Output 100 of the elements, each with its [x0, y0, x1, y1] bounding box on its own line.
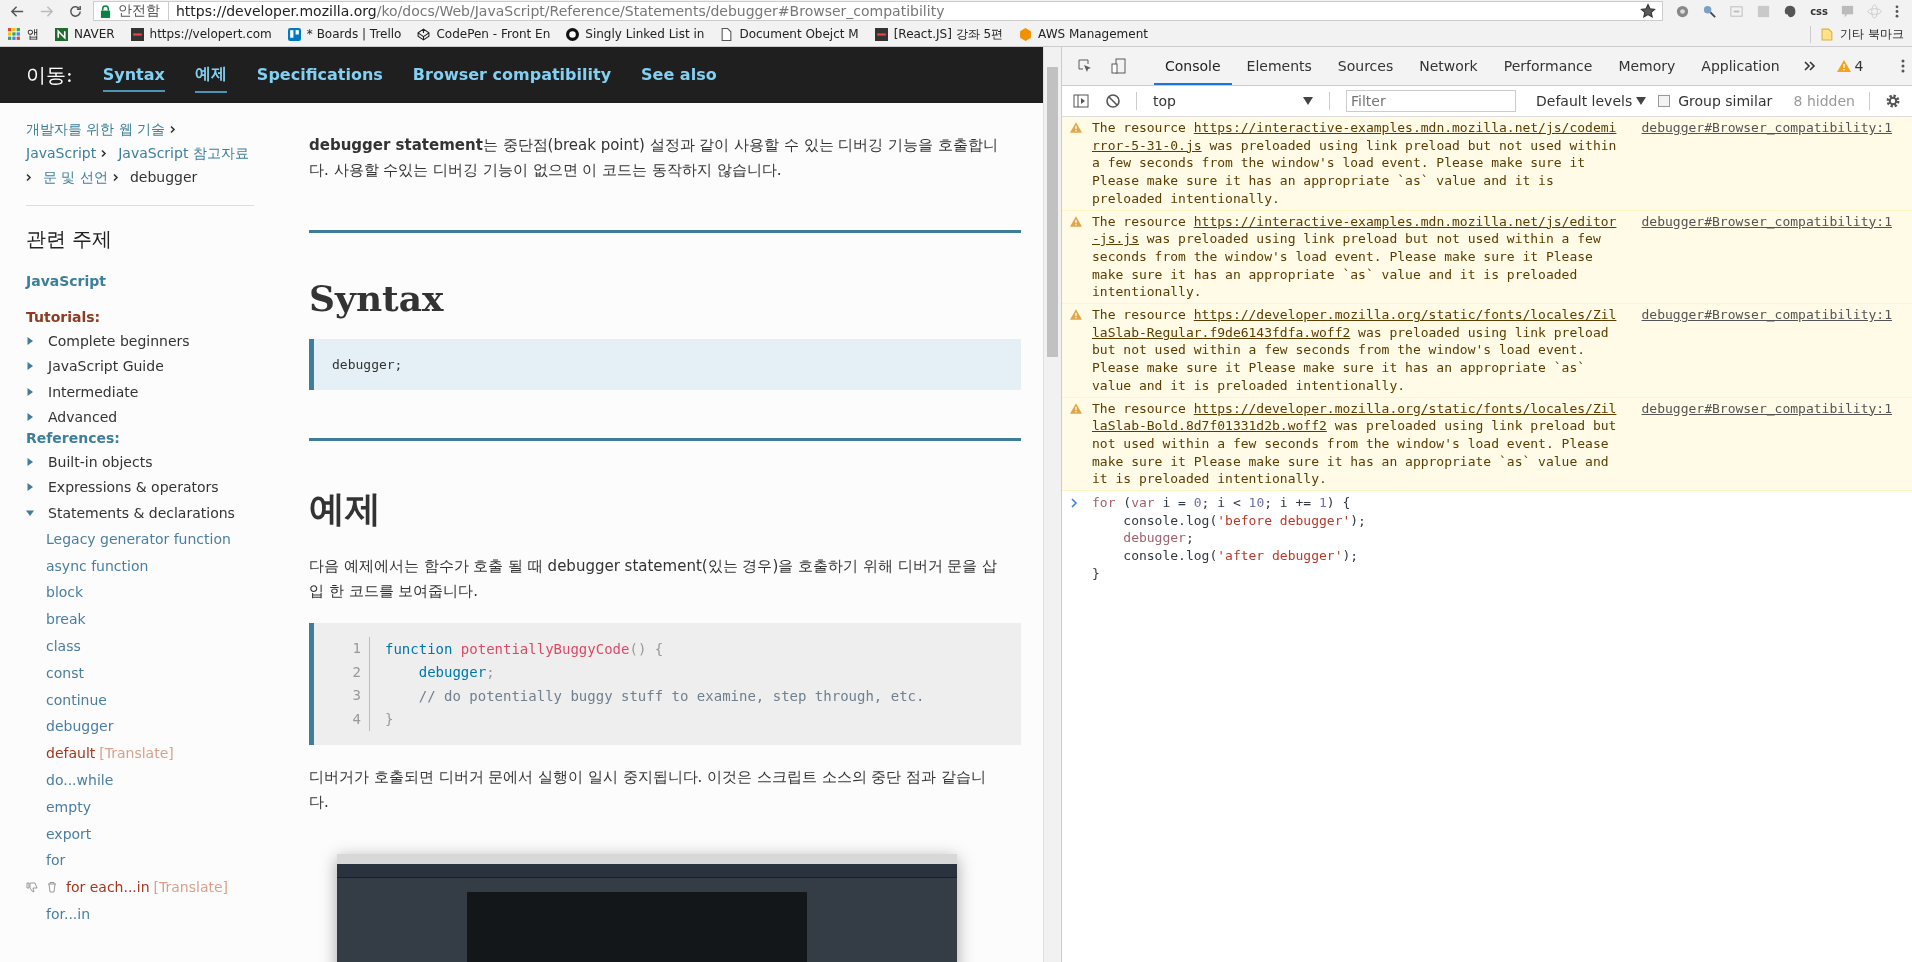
filter-field[interactable]: Filter [1346, 90, 1516, 112]
breadcrumb-link[interactable]: 개발자를 위한 웹 기술 [26, 119, 166, 139]
console-code-line: console.log('after debugger'); [1122, 547, 1360, 565]
section-title: References: [26, 430, 121, 446]
section-link[interactable]: Browser compatibility [412, 58, 612, 92]
topic-link[interactable]: Complete beginners [48, 332, 190, 349]
devtools-tab[interactable]: Console [1154, 47, 1232, 85]
statement-link[interactable]: async function [46, 557, 149, 574]
devtools-tab[interactable]: Network [1408, 47, 1489, 85]
gear-extension-icon[interactable] [1675, 3, 1691, 19]
warning-text: The resource https://developer.mozilla.org/static/fonts/locales/ZillaSlab-Regular.f9de6143fdfa.woff2 was preloaded using link preload but not used within a few seconds from the window's load event. Please make sure it Please make sure it has an appropriate `as` value and it is preloaded intentionally. [1092, 306, 1618, 395]
reload-icon[interactable] [68, 3, 83, 19]
statement-link[interactable]: break [46, 611, 86, 628]
triangle-right-icon[interactable] [26, 387, 34, 396]
statement-link[interactable]: continue [46, 691, 107, 708]
prompt-chevron-icon [1070, 498, 1078, 509]
warning-count-button[interactable]: 4 [1832, 58, 1868, 74]
triangle-right-icon[interactable] [26, 413, 34, 422]
source-link[interactable]: debugger#Browser_compatibility:1 [1641, 119, 1892, 137]
menu-icon[interactable] [1894, 3, 1900, 19]
breadcrumb-link[interactable]: 문 및 선언 [43, 167, 108, 187]
source-link[interactable]: debugger#Browser_compatibility:1 [1641, 212, 1892, 231]
topic-link[interactable]: Built-in objects [48, 453, 153, 470]
statement-link[interactable]: const [46, 664, 84, 681]
statement-link[interactable]: debugger [46, 718, 114, 735]
group-similar-checkbox[interactable] [1658, 95, 1671, 107]
cube-icon[interactable] [417, 27, 431, 41]
bookmark-link[interactable]: Document Obejct M [739, 27, 859, 41]
sidebar-toggle-icon[interactable] [1073, 93, 1089, 109]
topic-link[interactable]: Advanced [48, 409, 118, 426]
group-similar-label: Group similar [1678, 93, 1773, 109]
caret-icon [1303, 97, 1313, 105]
triangle-right-icon[interactable] [26, 362, 34, 371]
other-bookmarks-link[interactable]: 기타 북마크 [1840, 25, 1904, 43]
topic-link[interactable]: Statements & declarations [48, 504, 235, 521]
page-icon[interactable] [720, 27, 734, 41]
bookmark-link[interactable]: 앱 [27, 25, 39, 43]
url-field[interactable]: 안전함 https://developer.mozilla.org/ko/docs/Web/JavaScript/Reference/Statements/debugger#Browser_compatibility [93, 1, 1664, 21]
bookmark-link[interactable]: https://velopert.com [149, 27, 272, 41]
triangle-right-icon[interactable] [26, 457, 34, 466]
levels-dropdown[interactable]: Default levels [1536, 93, 1647, 109]
source-link[interactable]: debugger#Browser_compatibility:1 [1641, 306, 1892, 324]
settings-icon[interactable] [1885, 93, 1901, 109]
bookmark-link[interactable]: Singly Linked List in [585, 27, 705, 41]
section-link[interactable]: Specifications [256, 58, 383, 92]
devtools-tab[interactable]: Performance [1492, 47, 1604, 85]
devtools-tab[interactable]: Application [1690, 47, 1791, 85]
n-logo-icon[interactable] [55, 27, 68, 41]
bookmark-star-icon[interactable] [1640, 3, 1657, 19]
devtools-tab[interactable]: Elements [1235, 47, 1323, 85]
apps-grid-icon[interactable] [8, 27, 21, 41]
statement-link[interactable]: for...in [46, 906, 91, 923]
statement-link[interactable]: class [46, 638, 81, 655]
code-line: function potentiallyBuggyCode() { [385, 640, 664, 657]
page-scrollbar[interactable] [1043, 47, 1061, 962]
bookmark-link[interactable]: NAVER [74, 27, 115, 41]
clear-console-icon[interactable] [1105, 93, 1121, 109]
topic-link[interactable]: Expressions & operators [48, 479, 219, 496]
warning-icon [1070, 122, 1082, 133]
code-line: // do potentially buggy stuff to examine, step through, etc. [417, 687, 925, 704]
breadcrumb-link[interactable]: JavaScript 참고자료 [118, 143, 249, 163]
statement-link[interactable]: for each...in [66, 879, 150, 896]
devtools-tab[interactable]: Sources [1326, 47, 1405, 85]
statement-link[interactable]: empty [46, 798, 91, 815]
section-link[interactable]: Syntax [102, 58, 165, 92]
javascript-link[interactable]: JavaScript [26, 273, 254, 289]
dark-favicon-icon[interactable] [130, 27, 144, 41]
board-icon[interactable] [287, 27, 301, 41]
triangle-down-icon[interactable] [26, 508, 34, 517]
bookmark-link[interactable]: AWS Management [1038, 27, 1148, 41]
triangle-right-icon[interactable] [26, 336, 34, 345]
statement-link[interactable]: for [46, 852, 66, 869]
bookmark-link[interactable]: CodePen - Front En [436, 27, 551, 41]
line-number: 4 [339, 707, 370, 731]
magnifier-extension-icon[interactable] [1702, 3, 1718, 19]
chevron-icon [170, 124, 177, 134]
devtools-tab[interactable]: Memory [1607, 47, 1687, 85]
statement-link[interactable]: block [46, 584, 84, 601]
statement-link[interactable]: default [46, 745, 96, 762]
thumbs-down-icon [26, 881, 38, 894]
statement-link[interactable]: Legacy generator function [46, 530, 231, 547]
statement-link[interactable]: export [46, 825, 92, 842]
dark-favicon-icon[interactable] [874, 27, 888, 41]
warning-icon [1070, 309, 1082, 321]
bookmark-link[interactable]: * Boards | Trello [306, 27, 402, 41]
topic-link[interactable]: Intermediate [48, 383, 139, 400]
breadcrumb-link[interactable]: JavaScript [26, 143, 97, 163]
statement-link[interactable]: do...while [46, 772, 114, 789]
css-extension-button[interactable]: css [1810, 5, 1828, 17]
bookmark-link[interactable]: [React.JS] 강좌 5편 [893, 25, 1004, 43]
inspect-cursor-icon[interactable] [1077, 58, 1093, 74]
section-link[interactable]: See also [641, 58, 717, 92]
section-link[interactable]: 예제 [194, 57, 227, 93]
line-number: 2 [339, 660, 370, 684]
device-icon[interactable] [1111, 58, 1127, 74]
topic-link[interactable]: JavaScript Guide [48, 358, 164, 375]
hidden-count: 8 hidden [1793, 93, 1855, 109]
triangle-right-icon[interactable] [26, 483, 34, 492]
source-link[interactable]: debugger#Browser_compatibility:1 [1641, 399, 1892, 418]
context-dropdown[interactable]: top [1145, 93, 1321, 109]
